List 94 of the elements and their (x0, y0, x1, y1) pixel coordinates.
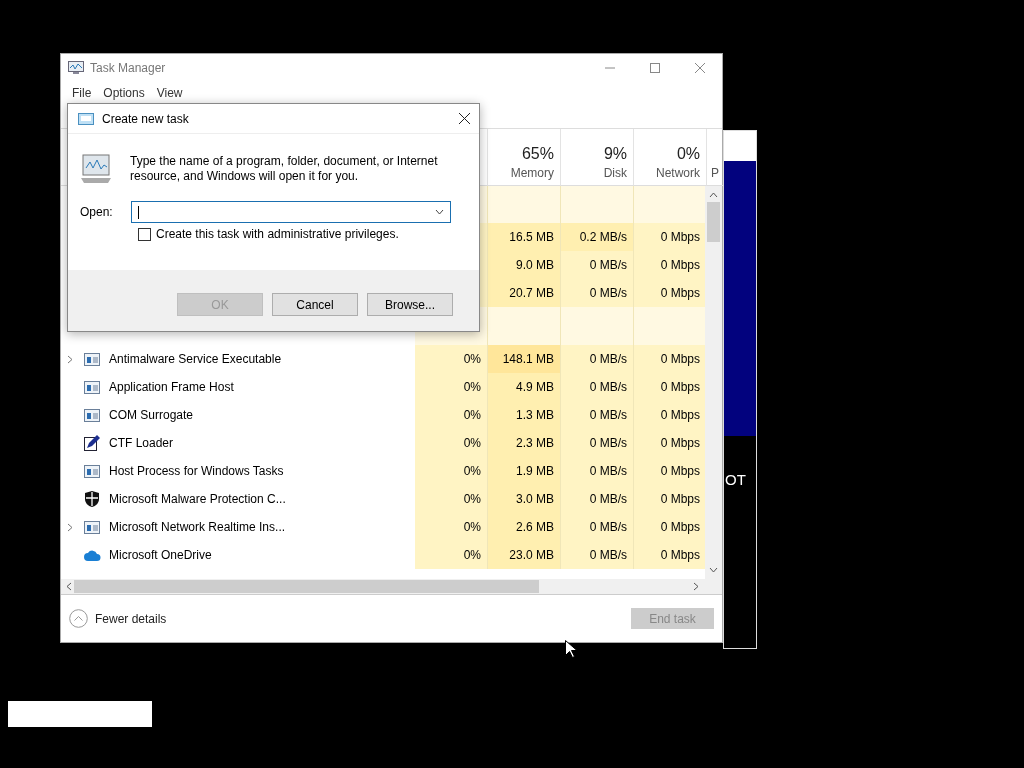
monitor-icon (80, 154, 112, 184)
pen-icon (84, 435, 100, 451)
table-cell: 0 Mbps (634, 513, 706, 541)
table-cell: 0 Mbps (634, 251, 706, 279)
table-cell: 3.0 MB (488, 485, 561, 513)
table-cell: 0 Mbps (634, 401, 706, 429)
menu-item[interactable]: File (67, 86, 97, 100)
window-title: Task Manager (90, 61, 166, 75)
column-label: Memory (510, 166, 554, 180)
dialog-message: Type the name of a program, folder, document, or Internet resource, and Windows will open it for you. (130, 154, 439, 184)
cloud-icon (83, 549, 101, 561)
table-cell: 4.9 MB (488, 373, 561, 401)
table-cell: 0.2 MB/s (561, 223, 634, 251)
dropdown-caret-icon[interactable] (434, 209, 444, 215)
table-cell: 2.6 MB (488, 513, 561, 541)
table-cell: 0 MB/s (561, 429, 634, 457)
table-cell: 0 Mbps (634, 373, 706, 401)
table-cell: 23.0 MB (488, 541, 561, 569)
table-cell: 0 Mbps (634, 457, 706, 485)
process-name: Microsoft Network Realtime Ins... (109, 520, 286, 534)
window-icon (84, 520, 100, 534)
scrollbar-thumb[interactable] (74, 580, 539, 593)
run-icon (78, 112, 94, 125)
table-cell: 0 MB/s (561, 541, 634, 569)
fewer-details-button[interactable]: Fewer details (69, 609, 167, 628)
column-percent: 65% (521, 145, 554, 163)
table-cell: 0% (415, 513, 488, 541)
window-icon (84, 464, 100, 478)
process-name: Microsoft OneDrive (109, 548, 212, 562)
process-name: Antimalware Service Executable (109, 352, 282, 366)
chevron-icon[interactable] (67, 522, 73, 532)
column-header[interactable]: P (711, 166, 719, 180)
table-cell: 148.1 MB (488, 345, 561, 373)
process-name: Host Process for Windows Tasks (109, 464, 284, 478)
process-name: CTF Loader (109, 436, 174, 450)
table-cell: 0% (415, 485, 488, 513)
maximize-icon (649, 63, 660, 73)
monitor-icon (68, 61, 84, 75)
table-cell: 0 Mbps (634, 541, 706, 569)
table-cell: 0 MB/s (561, 251, 634, 279)
checkbox-label: Create this task with administrative privileges. (156, 227, 399, 241)
horizontal-scrollbar[interactable] (61, 579, 722, 595)
column-label: Network (656, 166, 700, 180)
window-icon (84, 380, 100, 394)
table-cell: 0 MB/s (561, 401, 634, 429)
window-text: OT (724, 471, 747, 488)
table-cell: 0% (415, 401, 488, 429)
table-cell: 0% (415, 429, 488, 457)
table-cell: 0 MB/s (561, 279, 634, 307)
open-label: Open: (80, 205, 113, 219)
scrollbar-thumb[interactable] (707, 202, 720, 242)
column-percent: 9% (603, 145, 627, 163)
dialog-button[interactable]: Browse... (367, 293, 453, 316)
table-cell: 0% (415, 457, 488, 485)
window-icon (84, 352, 100, 366)
table-cell: 0 MB/s (561, 513, 634, 541)
menu-item[interactable]: Options (98, 86, 150, 100)
table-cell: 20.7 MB (488, 279, 561, 307)
dialog-title: Create new task (102, 111, 189, 126)
window-icon (84, 408, 100, 422)
admin-checkbox[interactable] (138, 227, 151, 241)
menu-item[interactable]: View (151, 86, 188, 100)
chevron-icon[interactable] (67, 354, 73, 364)
table-cell: 0 MB/s (561, 345, 634, 373)
open-input-field[interactable] (130, 201, 451, 223)
shield-icon (85, 491, 99, 507)
table-cell: 9.0 MB (488, 251, 561, 279)
table-cell: 1.3 MB (488, 401, 561, 429)
table-cell: 0 MB/s (561, 485, 634, 513)
table-cell: 0 MB/s (561, 373, 634, 401)
table-cell: 0 MB/s (561, 457, 634, 485)
vertical-scrollbar[interactable] (705, 186, 722, 579)
table-cell: 0 Mbps (634, 429, 706, 457)
table-cell: 0% (415, 373, 488, 401)
close-icon (694, 63, 705, 73)
table-cell: 0 Mbps (634, 279, 706, 307)
minimize-icon (604, 67, 615, 69)
text-cursor (137, 205, 139, 219)
table-cell: 0% (415, 345, 488, 373)
column-label: Disk (603, 166, 627, 180)
table-cell: 0 Mbps (634, 485, 706, 513)
table-cell: 0 Mbps (634, 345, 706, 373)
table-cell: 1.9 MB (488, 457, 561, 485)
process-name: COM Surrogate (109, 408, 194, 422)
table-cell: 0 Mbps (634, 223, 706, 251)
table-cell: 16.5 MB (488, 223, 561, 251)
column-percent: 0% (676, 145, 700, 163)
table-cell: 2.3 MB (488, 429, 561, 457)
dialog-button[interactable]: Cancel (272, 293, 358, 316)
process-name: Application Frame Host (109, 380, 234, 394)
process-name: Microsoft Malware Protection C... (109, 492, 286, 506)
table-cell: 0% (415, 541, 488, 569)
close-icon (458, 113, 470, 124)
collapse-icon (69, 609, 88, 628)
